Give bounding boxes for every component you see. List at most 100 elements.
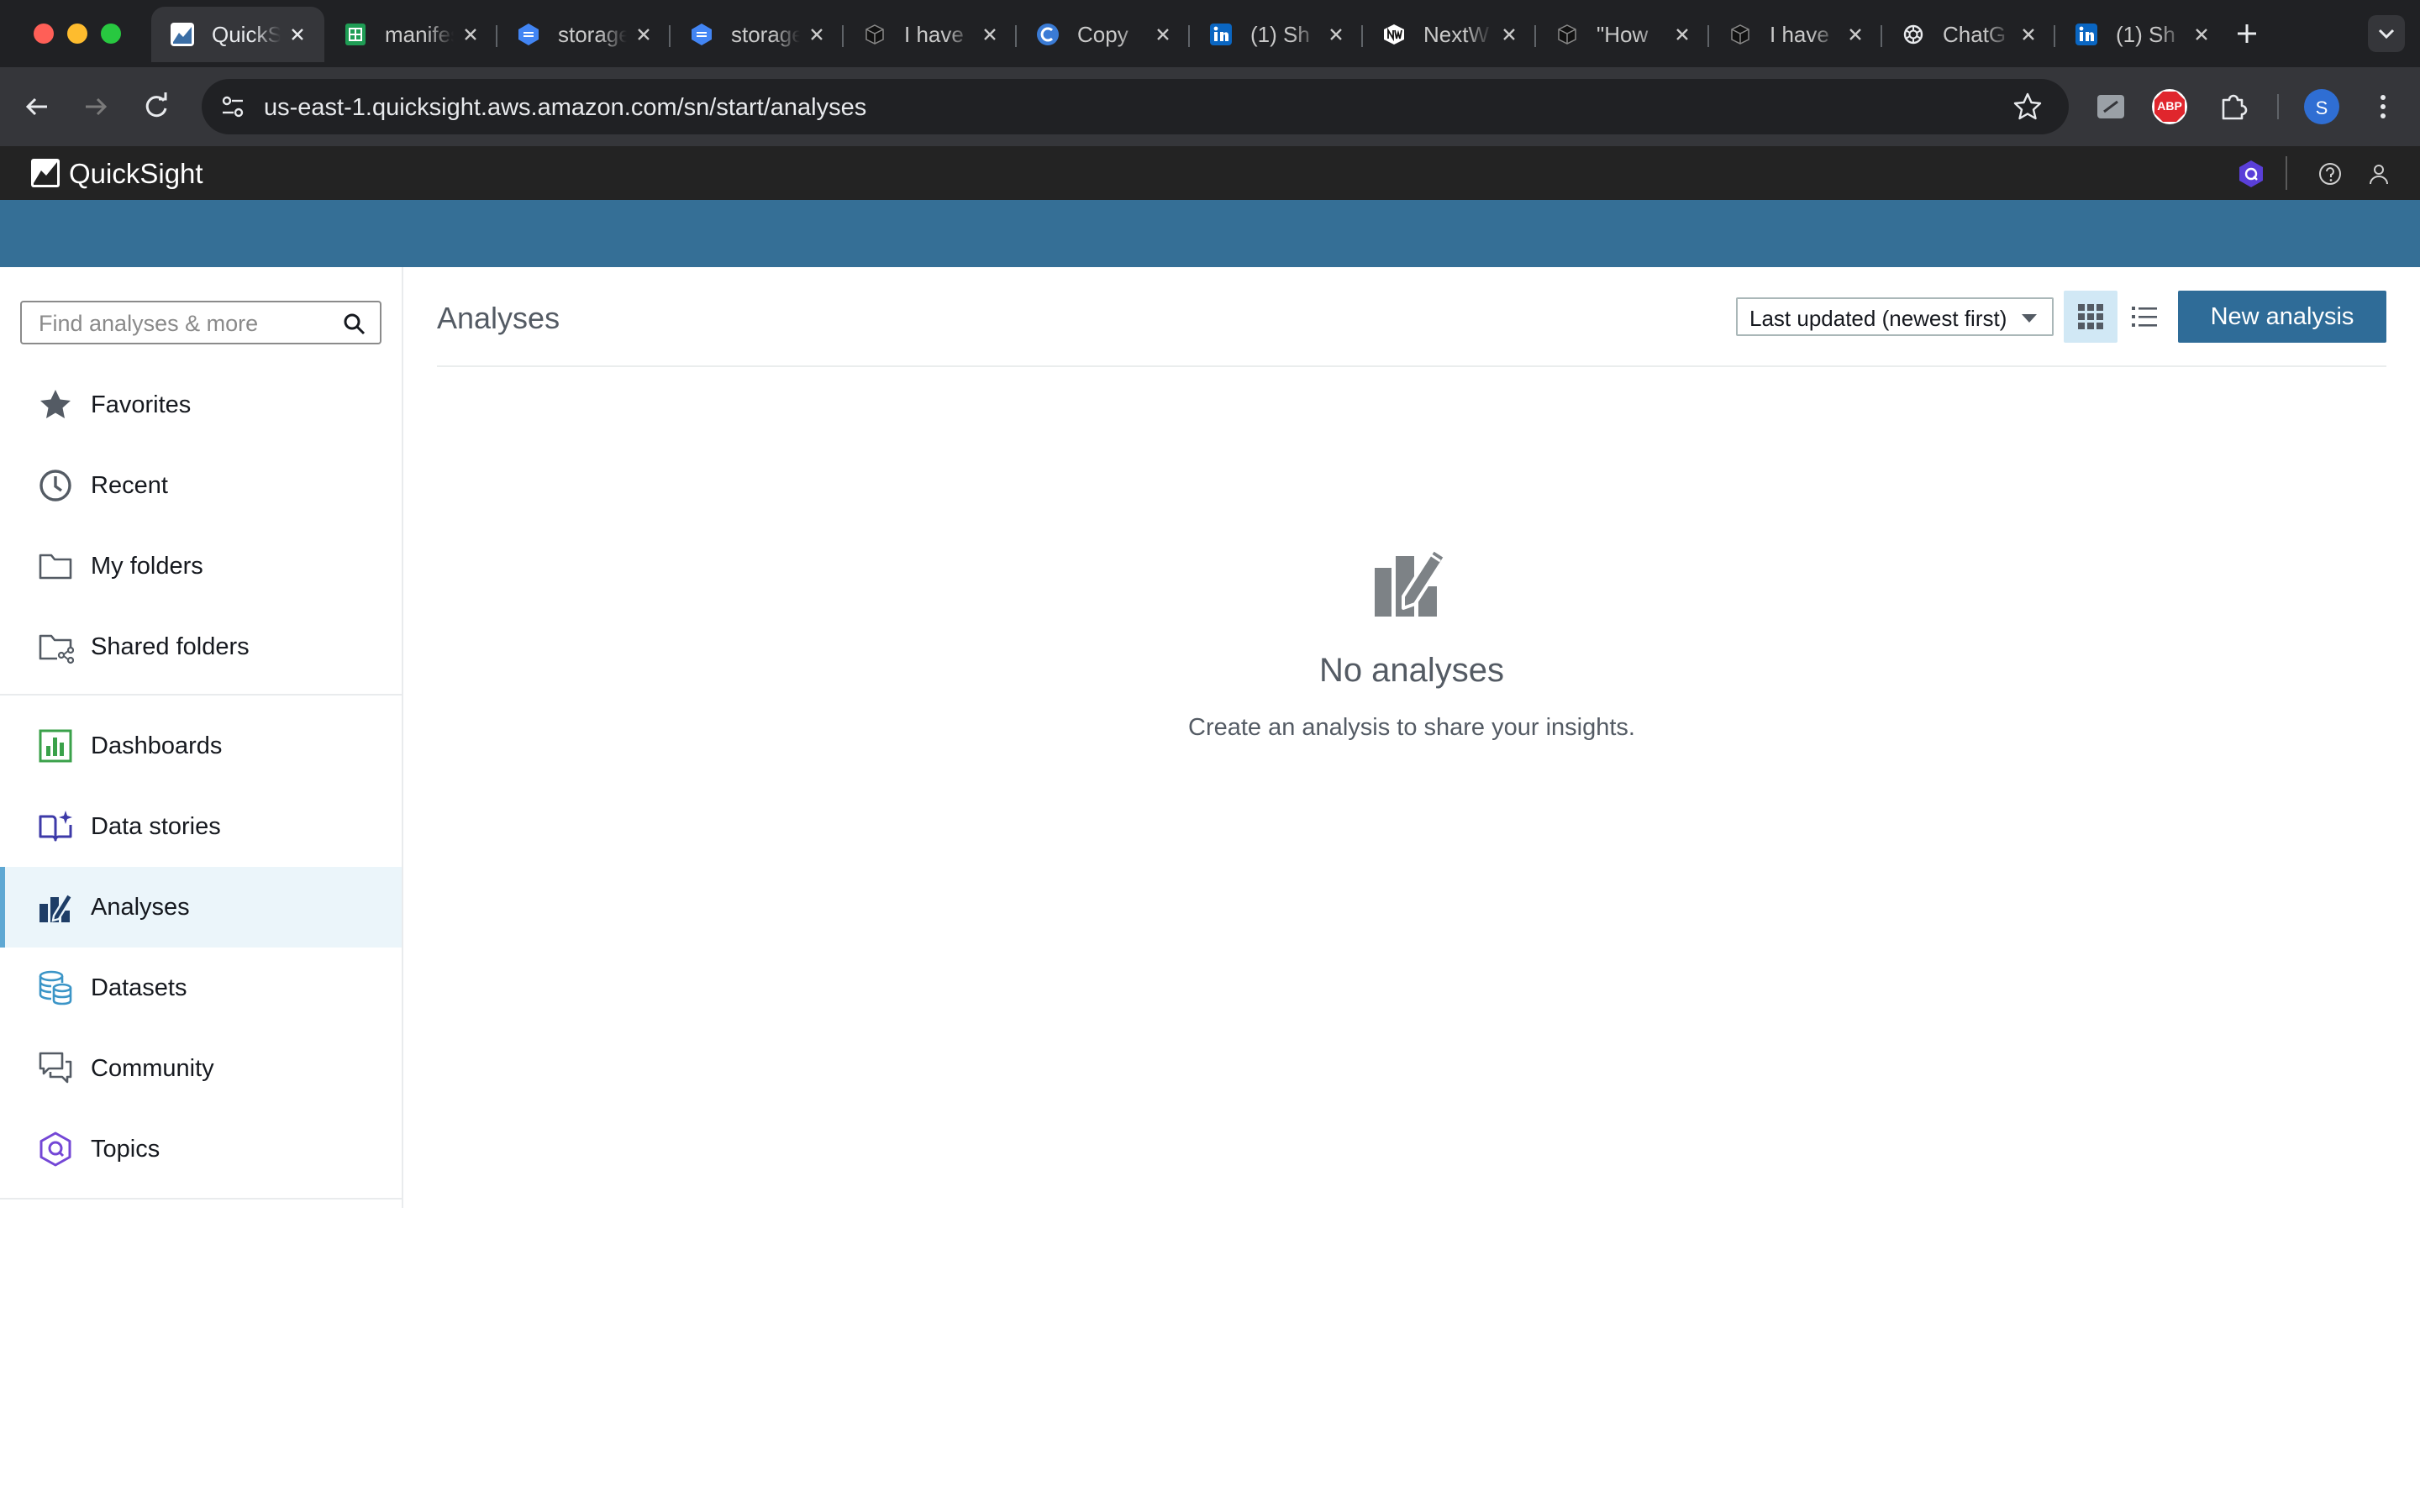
close-tab-icon[interactable]	[281, 27, 314, 42]
grid-view-button[interactable]	[2064, 291, 2118, 343]
help-icon[interactable]	[2317, 161, 2343, 186]
tab-strip: QuickSight manifest storage storage I ha…	[151, 7, 2228, 67]
list-icon	[2131, 303, 2158, 330]
tab-title: manifest	[385, 21, 454, 47]
browser-tab[interactable]: "How	[1536, 7, 1709, 62]
clock-icon	[37, 467, 74, 504]
adblock-icon[interactable]: ABP	[2151, 88, 2188, 125]
browser-tab-bar: QuickSight manifest storage storage I ha…	[0, 0, 2420, 67]
sidebar-item-label: Data stories	[91, 812, 221, 840]
cloud-storage-icon	[689, 22, 714, 47]
sidebar-item-my-folders[interactable]: My folders	[0, 526, 402, 606]
close-tab-icon[interactable]	[1146, 27, 1180, 42]
close-tab-icon[interactable]	[1492, 27, 1526, 42]
sidebar-item-community[interactable]: Community	[0, 1028, 402, 1109]
empty-state-title: No analyses	[1318, 652, 1505, 689]
folder-icon	[37, 548, 74, 585]
sidebar-item-shared-folders[interactable]: Shared folders	[0, 606, 402, 687]
profile-avatar[interactable]: S	[2304, 89, 2339, 124]
sidebar-item-data-stories[interactable]: Data stories	[0, 786, 402, 867]
extension-icon[interactable]	[2092, 88, 2129, 125]
close-tab-icon[interactable]	[2185, 27, 2218, 42]
bookmark-star-icon[interactable]	[2012, 91, 2044, 123]
browser-tab[interactable]: NextW	[1363, 7, 1536, 62]
tab-title: ChatG	[1943, 21, 2007, 47]
browser-tab[interactable]: (1) Sh	[1190, 7, 1363, 62]
site-info-icon[interactable]	[217, 91, 249, 123]
search-icon[interactable]	[343, 312, 366, 336]
linkedin-icon	[1208, 22, 1234, 47]
browser-tab[interactable]: storage	[497, 7, 671, 62]
sidebar-item-label: My folders	[91, 552, 203, 580]
dashboard-icon	[37, 727, 74, 764]
more-menu-icon[interactable]	[2365, 88, 2402, 125]
url-text[interactable]: us-east-1.quicksight.aws.amazon.com/sn/s…	[264, 94, 866, 122]
linkedin-icon	[2074, 22, 2099, 47]
close-tab-icon[interactable]	[1319, 27, 1353, 42]
sort-dropdown[interactable]: Last updated (newest first)	[1736, 297, 2054, 336]
app-name[interactable]: QuickSight	[69, 158, 203, 190]
address-bar[interactable]: us-east-1.quicksight.aws.amazon.com/sn/s…	[202, 79, 2069, 134]
tab-title: NextW	[1423, 21, 1489, 47]
browser-tab[interactable]: Copy	[1017, 7, 1190, 62]
close-tab-icon[interactable]	[973, 27, 1007, 42]
tab-search-icon[interactable]	[2368, 15, 2405, 52]
adblock-label: ABP	[2157, 99, 2182, 113]
reload-icon[interactable]	[138, 88, 175, 125]
browser-tab[interactable]: I have	[844, 7, 1017, 62]
user-icon[interactable]	[2366, 161, 2391, 186]
minimize-window-button[interactable]	[67, 24, 87, 44]
caret-down-icon	[2020, 312, 2039, 324]
q-topics-icon[interactable]	[2235, 158, 2267, 190]
browser-tab[interactable]: manifest	[324, 7, 497, 62]
close-tab-icon[interactable]	[627, 27, 660, 42]
new-analysis-button[interactable]: New analysis	[2178, 291, 2386, 343]
close-tab-icon[interactable]	[800, 27, 834, 42]
shared-folder-icon	[37, 628, 74, 665]
forward-icon[interactable]	[77, 88, 114, 125]
puzzle-icon[interactable]	[2215, 88, 2252, 125]
copilot-icon	[1035, 22, 1060, 47]
new-tab-icon[interactable]	[2230, 17, 2264, 50]
sidebar-divider	[0, 1198, 402, 1200]
chatgpt-icon	[1901, 22, 1926, 47]
sidebar-item-label: Recent	[91, 471, 168, 499]
quicksight-logo-icon[interactable]	[30, 158, 60, 188]
back-icon[interactable]	[18, 88, 55, 125]
browser-tab[interactable]: I have	[1709, 7, 1882, 62]
browser-tab[interactable]: (1) Sh	[2055, 7, 2228, 62]
tab-title: "How	[1597, 21, 1649, 47]
close-tab-icon[interactable]	[454, 27, 487, 42]
close-tab-icon[interactable]	[1839, 27, 1872, 42]
profile-initial: S	[2315, 97, 2328, 118]
sidebar-item-recent[interactable]: Recent	[0, 445, 402, 526]
list-view-button[interactable]	[2118, 291, 2171, 343]
close-window-button[interactable]	[34, 24, 54, 44]
browser-tab[interactable]: storage	[671, 7, 844, 62]
community-icon	[37, 1050, 74, 1087]
sidebar-item-datasets[interactable]: Datasets	[0, 948, 402, 1028]
star-icon	[37, 386, 74, 423]
sidebar-item-dashboards[interactable]: Dashboards	[0, 706, 402, 786]
sidebar-item-topics[interactable]: Topics	[0, 1109, 402, 1189]
search-input[interactable]	[39, 311, 324, 336]
cube-icon	[1728, 22, 1753, 47]
app-header: QuickSight	[0, 146, 2420, 200]
browser-tab[interactable]: QuickSight	[151, 7, 324, 62]
sidebar-item-label: Favorites	[91, 391, 192, 418]
sidebar-item-label: Shared folders	[91, 633, 250, 660]
tab-title: I have	[904, 21, 964, 47]
maximize-window-button[interactable]	[101, 24, 121, 44]
sidebar-item-analyses[interactable]: Analyses	[0, 867, 402, 948]
close-tab-icon[interactable]	[2012, 27, 2045, 42]
sidebar-search[interactable]	[20, 301, 381, 344]
close-tab-icon[interactable]	[1665, 27, 1699, 42]
content-divider	[437, 365, 2386, 367]
tab-title: storage	[731, 21, 800, 47]
page-title: Analyses	[437, 301, 560, 335]
top-banner	[0, 200, 2420, 267]
sidebar-item-favorites[interactable]: Favorites	[0, 365, 402, 445]
toolbar-divider	[2277, 94, 2279, 119]
tab-title: I have	[1770, 21, 1829, 47]
browser-tab[interactable]: ChatG	[1882, 7, 2055, 62]
